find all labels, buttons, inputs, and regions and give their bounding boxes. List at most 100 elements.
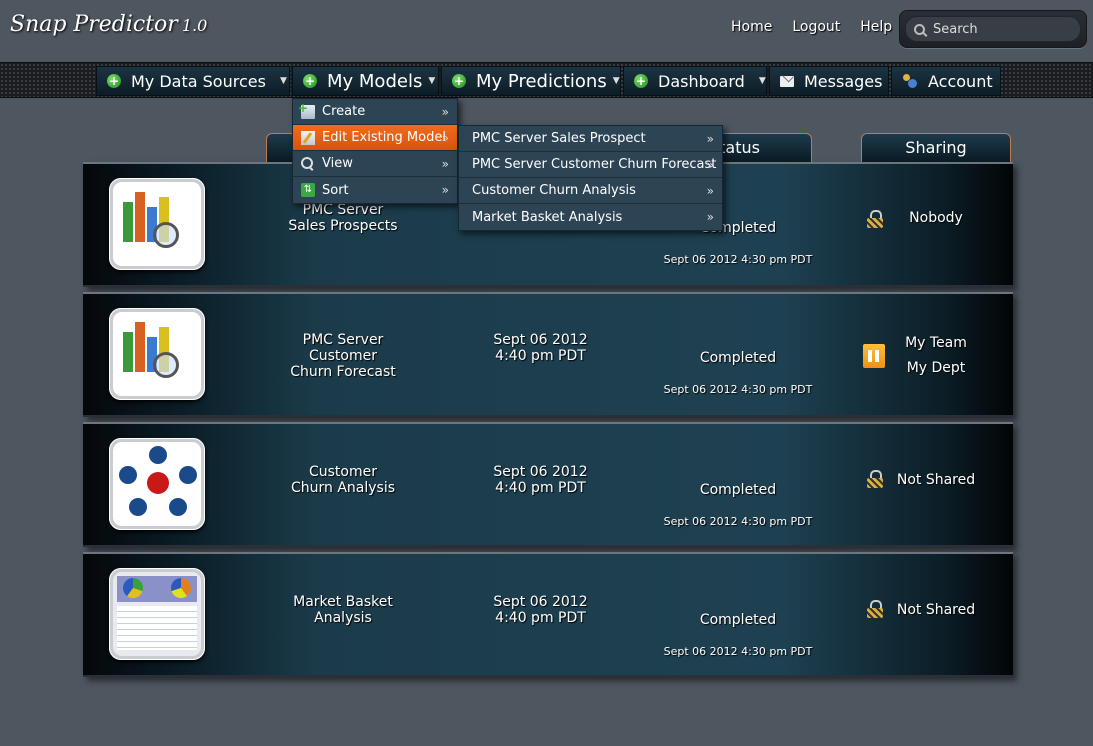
chevron-down-icon: ▼ xyxy=(612,76,620,86)
model-status: Completed Sept 06 2012 4:30 pm PDT xyxy=(658,596,818,676)
sharing-item: My Team xyxy=(905,335,967,351)
menu-item-edit-existing-model[interactable]: Edit Existing Model » xyxy=(293,125,457,151)
chevron-right-icon: » xyxy=(706,157,714,172)
edit-icon xyxy=(301,130,315,145)
chevron-down-icon: ▼ xyxy=(758,76,766,86)
magnifier-icon xyxy=(301,156,315,171)
nav-label: My Data Sources xyxy=(131,71,266,91)
menu-item-label: Create xyxy=(322,104,366,119)
submenu-item-label: PMC Server Sales Prospect xyxy=(472,131,646,146)
model-name: PMC Server Customer Churn Forecast xyxy=(290,332,396,380)
envelope-icon xyxy=(780,75,794,87)
model-thumbnail[interactable] xyxy=(109,438,205,530)
help-link[interactable]: Help xyxy=(860,19,892,35)
menu-item-create[interactable]: Create » xyxy=(293,99,457,125)
sharing-item: My Dept xyxy=(906,360,966,376)
submenu-item-model[interactable]: Market Basket Analysis » xyxy=(459,204,722,230)
table-row[interactable]: Market Basket Analysis Sept 06 2012 4:40… xyxy=(83,552,1013,677)
table-row[interactable]: PMC Server Customer Churn Forecast Sept … xyxy=(83,292,1013,417)
nav-label: Account xyxy=(928,71,993,91)
status-text: Completed xyxy=(699,612,777,628)
search-input[interactable] xyxy=(933,21,1063,37)
dashboard-thumbnail-icon xyxy=(113,572,201,656)
model-date: Sept 06 2012 4:40 pm PDT xyxy=(493,332,588,364)
model-name: Market Basket Analysis xyxy=(293,594,393,626)
chevron-down-icon: ▼ xyxy=(428,76,436,86)
submenu-item-model[interactable]: PMC Server Sales Prospect » xyxy=(459,126,722,152)
chevron-right-icon: » xyxy=(441,104,449,119)
chevron-right-icon: » xyxy=(441,183,449,197)
sharing-header-label: Sharing xyxy=(905,138,967,157)
menu-item-label: View xyxy=(322,156,353,171)
status-time: Sept 06 2012 4:30 pm PDT xyxy=(663,645,813,658)
account-icon xyxy=(902,74,918,88)
nav-account[interactable]: Account xyxy=(891,66,1001,96)
app-name: Snap Predictor xyxy=(10,12,178,37)
plus-icon: + xyxy=(634,74,648,88)
top-links: Home Logout Help xyxy=(731,19,892,35)
status-time: Sept 06 2012 4:30 pm PDT xyxy=(663,515,813,528)
status-text: Completed xyxy=(699,350,777,366)
models-dropdown-menu: Create » Edit Existing Model » View » ⇅ … xyxy=(292,98,458,204)
chart-thumbnail-icon xyxy=(113,312,201,396)
nav-dashboard[interactable]: + Dashboard ▼ xyxy=(623,66,767,96)
nav-my-predictions[interactable]: + My Predictions ▼ xyxy=(441,66,621,96)
model-thumbnail[interactable] xyxy=(109,178,205,270)
chevron-right-icon: » xyxy=(706,131,714,146)
nav-my-data-sources[interactable]: + My Data Sources ▼ xyxy=(96,66,290,96)
chevron-down-icon: ▼ xyxy=(279,76,287,86)
plus-icon: + xyxy=(303,74,317,88)
submenu-item-model[interactable]: PMC Server Customer Churn Forecast » xyxy=(459,152,722,178)
model-status: Completed Sept 06 2012 4:30 pm PDT xyxy=(658,334,818,414)
create-icon xyxy=(298,101,315,119)
edit-model-submenu: PMC Server Sales Prospect » PMC Server C… xyxy=(458,125,723,231)
sharing-value: My Team My Dept xyxy=(883,331,989,381)
submenu-item-label: Customer Churn Analysis xyxy=(472,183,636,198)
nav-label: My Models xyxy=(327,70,423,92)
sharing-item: Not Shared xyxy=(896,602,976,618)
sharing-value: Not Shared xyxy=(883,598,989,623)
menu-item-label: Sort xyxy=(322,182,349,198)
status-time: Sept 06 2012 4:30 pm PDT xyxy=(663,253,813,266)
model-date: Sept 06 2012 4:40 pm PDT xyxy=(493,464,588,496)
nav-label: My Predictions xyxy=(476,70,607,92)
nav-messages[interactable]: Messages xyxy=(769,66,889,96)
app-version: 1.0 xyxy=(181,16,208,35)
model-thumbnail[interactable] xyxy=(109,308,205,400)
sharing-item: Nobody xyxy=(909,210,963,226)
lock-icon xyxy=(867,600,883,618)
nav-my-models[interactable]: + My Models ▼ xyxy=(292,66,439,96)
submenu-item-label: Market Basket Analysis xyxy=(472,209,623,225)
main-nav: + My Data Sources ▼ + My Models ▼ + My P… xyxy=(0,62,1093,98)
team-icon xyxy=(863,344,885,368)
model-name: Customer Churn Analysis xyxy=(290,464,396,496)
model-thumbnail[interactable] xyxy=(109,568,205,660)
sharing-value: Nobody xyxy=(883,206,989,231)
sharing-item: Not Shared xyxy=(896,472,976,488)
lock-icon xyxy=(867,210,883,228)
home-link[interactable]: Home xyxy=(731,19,772,35)
menu-item-label: Edit Existing Model xyxy=(322,130,446,145)
table-row[interactable]: Customer Churn Analysis Sept 06 2012 4:4… xyxy=(83,422,1013,547)
submenu-item-model[interactable]: Customer Churn Analysis » xyxy=(459,178,722,204)
nav-label: Dashboard xyxy=(658,71,745,91)
model-name: PMC Server Sales Prospects xyxy=(288,202,398,234)
column-header-sharing[interactable]: Sharing xyxy=(861,133,1011,163)
chart-thumbnail-icon xyxy=(113,182,201,266)
sharing-value: Not Shared xyxy=(883,468,989,493)
nav-label: Messages xyxy=(804,71,883,91)
search-field[interactable] xyxy=(905,16,1081,42)
search-box xyxy=(899,10,1087,48)
chevron-right-icon: » xyxy=(441,130,449,145)
status-text: Completed xyxy=(699,482,777,498)
menu-item-view[interactable]: View » xyxy=(293,151,457,177)
app-title: Snap Predictor 1.0 xyxy=(10,12,207,37)
plus-icon: + xyxy=(107,74,121,88)
logout-link[interactable]: Logout xyxy=(792,19,840,35)
status-time: Sept 06 2012 4:30 pm PDT xyxy=(663,383,813,396)
search-icon xyxy=(914,23,925,35)
model-date: Sept 06 2012 4:40 pm PDT xyxy=(493,594,588,626)
menu-item-sort[interactable]: ⇅ Sort » xyxy=(293,177,457,203)
diagram-thumbnail-icon xyxy=(113,442,201,526)
plus-icon: + xyxy=(452,74,466,88)
